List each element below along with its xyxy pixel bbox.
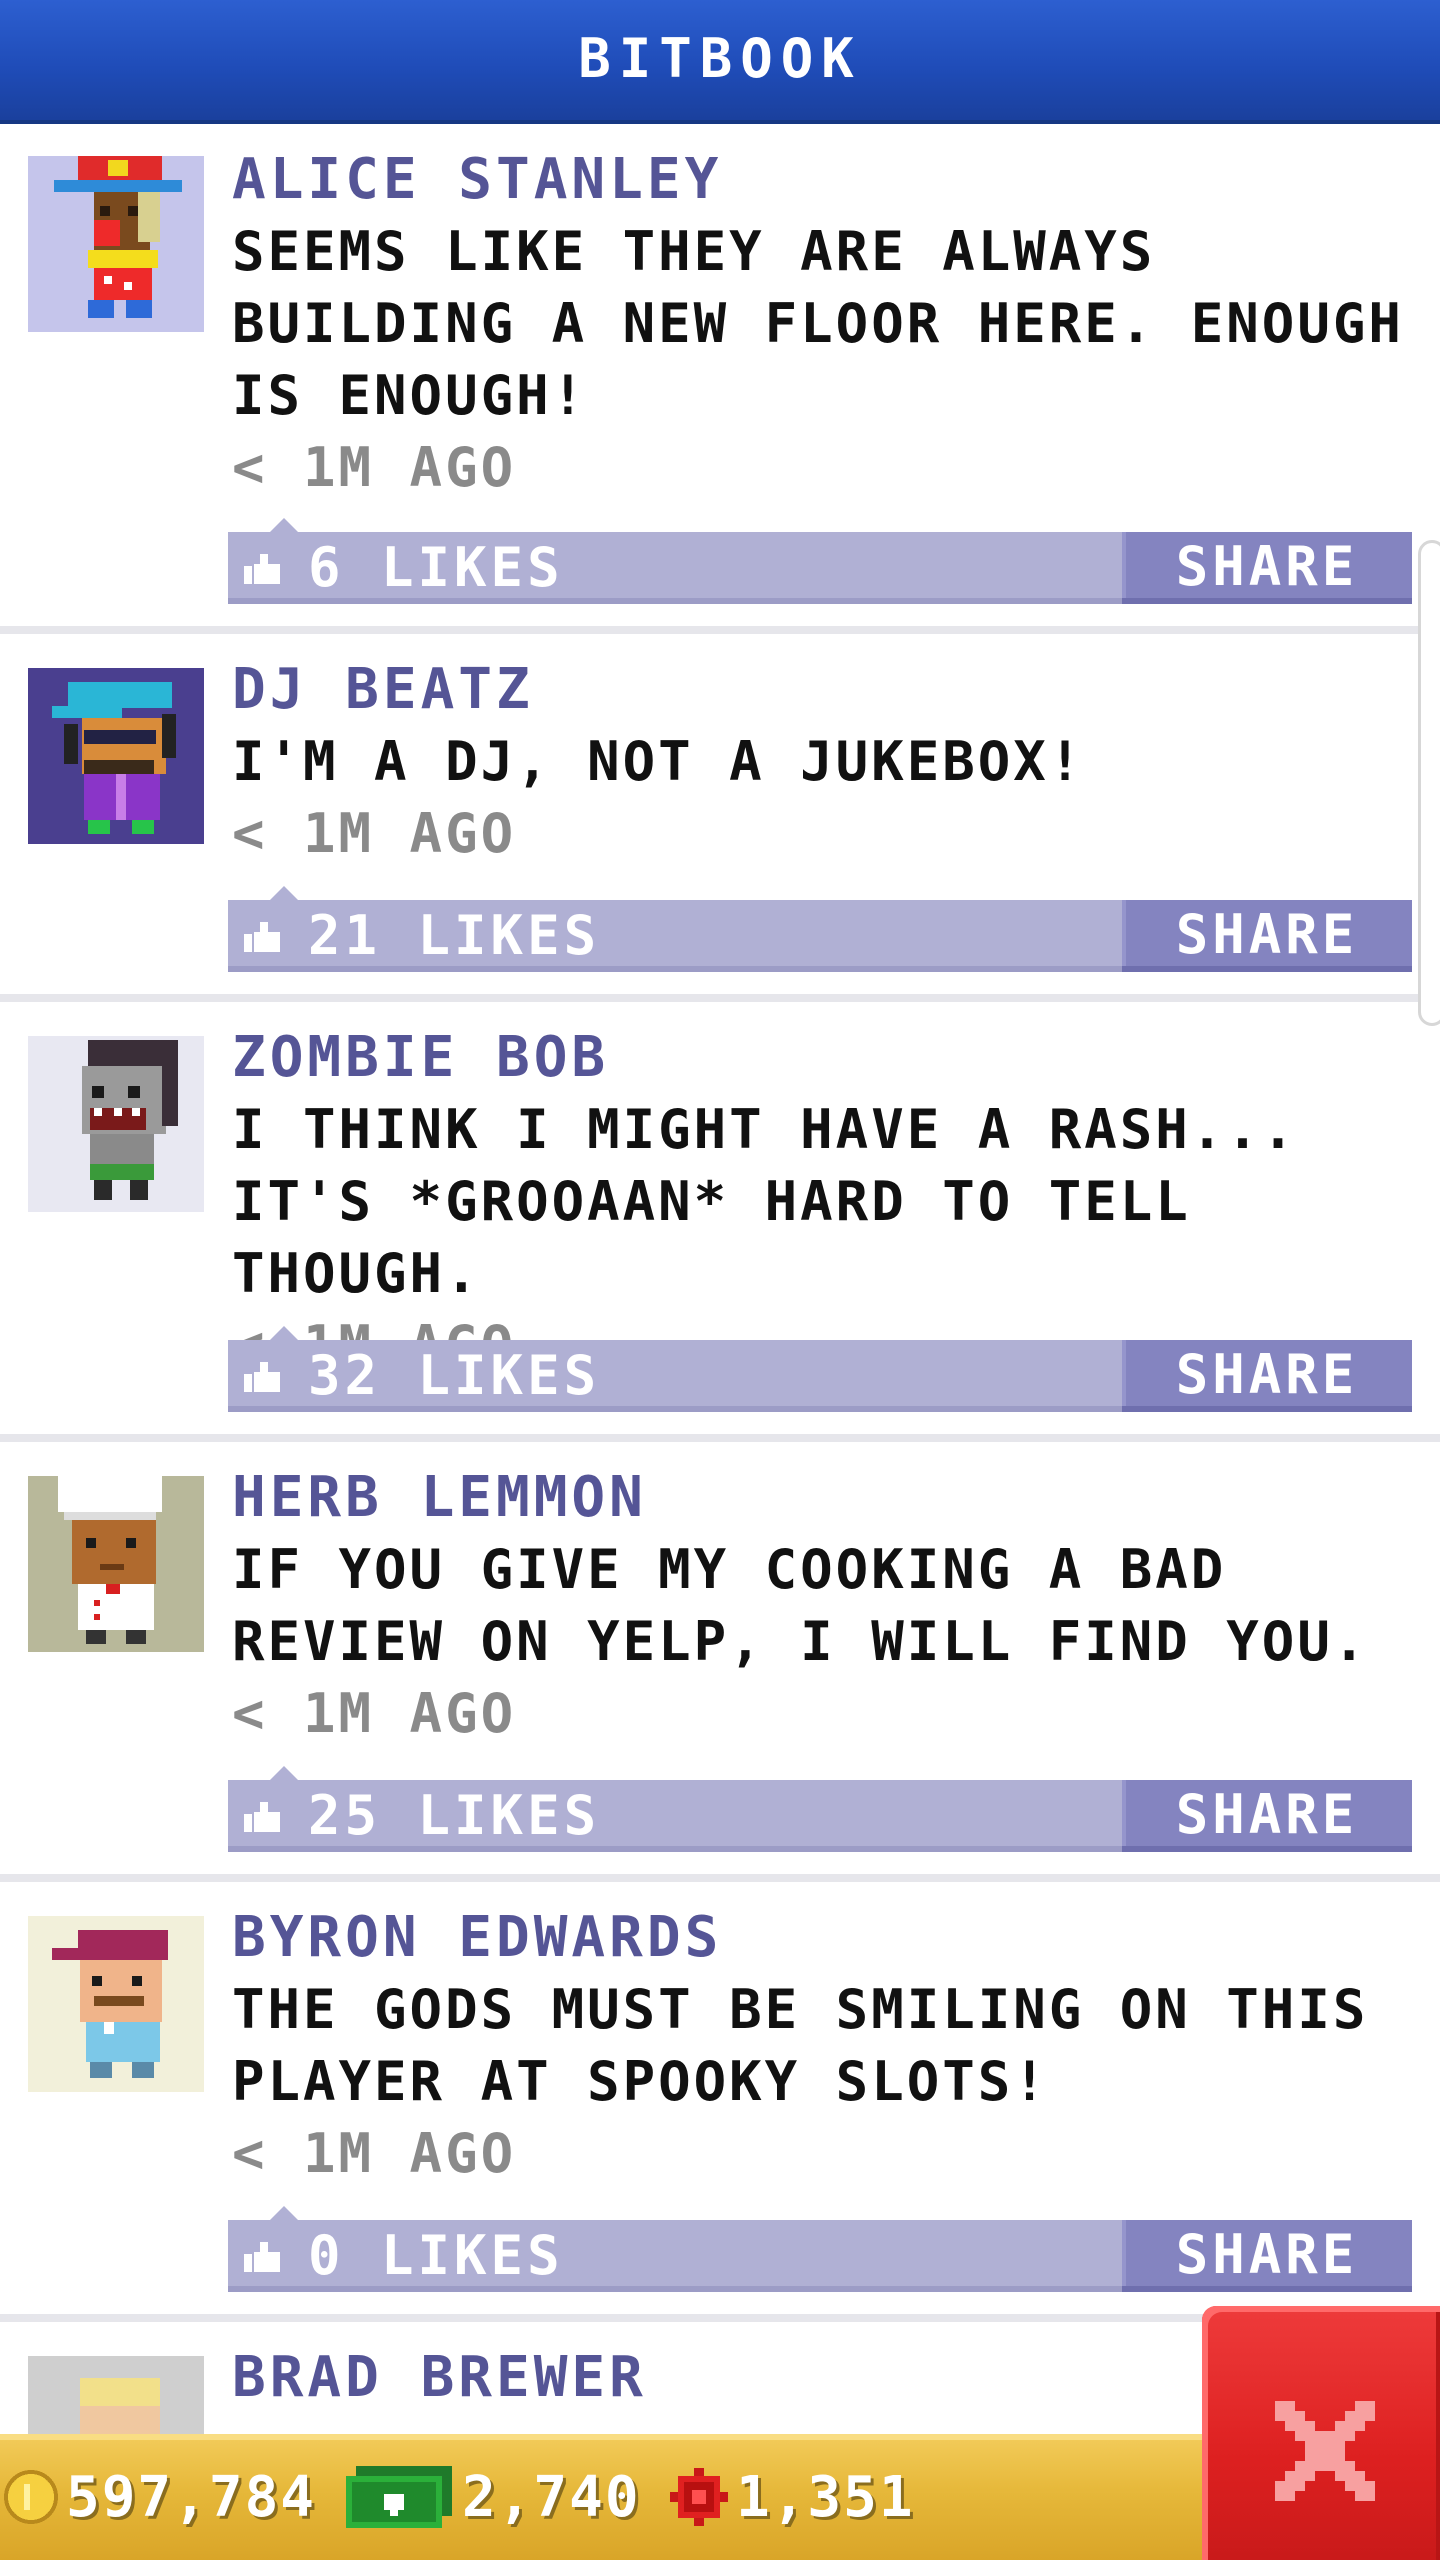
- tokens-value: 1,351: [736, 2464, 915, 2530]
- coin-icon: [4, 2470, 58, 2524]
- post-message: I'M A DJ, NOT A JUKEBOX!: [232, 730, 1085, 793]
- post-message: THE GODS MUST BE SMILING ON THIS PLAYER …: [232, 1978, 1369, 2113]
- coins-value: 597,784: [66, 2464, 317, 2530]
- post-message: SEEMS LIKE THEY ARE ALWAYS BUILDING A NE…: [232, 220, 1404, 427]
- like-count: 25 LIKES: [308, 1784, 601, 1847]
- avatar-alice-stanley: [28, 156, 204, 332]
- share-button[interactable]: SHARE: [1122, 2220, 1412, 2292]
- feed-post: BYRON EDWARDS THE GODS MUST BE SMILING O…: [0, 1882, 1440, 2322]
- feed-post: HERB LEMMON IF YOU GIVE MY COOKING A BAD…: [0, 1442, 1440, 1882]
- post-time: < 1M AGO: [232, 1682, 517, 1745]
- post-message: IF YOU GIVE MY COOKING A BAD REVIEW ON Y…: [232, 1538, 1369, 1673]
- bux-value: 2,740: [462, 2464, 641, 2530]
- share-button[interactable]: SHARE: [1122, 532, 1412, 604]
- thumbs-up-icon: [244, 554, 280, 584]
- bitbook-feed[interactable]: ALICE STANLEY SEEMS LIKE THEY ARE ALWAYS…: [0, 124, 1440, 2560]
- page-title: BITBOOK: [578, 26, 862, 90]
- coins-display: 597,784: [4, 2434, 316, 2560]
- feed-post: DJ BEATZ I'M A DJ, NOT A JUKEBOX! < 1M A…: [0, 634, 1440, 1002]
- post-author[interactable]: HERB LEMMON: [232, 1462, 1412, 1534]
- share-button[interactable]: SHARE: [1122, 1340, 1412, 1412]
- like-count: 32 LIKES: [308, 1344, 601, 1407]
- post-time: < 1M AGO: [232, 802, 517, 865]
- post-author[interactable]: ZOMBIE BOB: [232, 1022, 1412, 1094]
- bux-display: 2,740: [346, 2434, 641, 2560]
- avatar-herb-lemmon: [28, 1476, 204, 1652]
- avatar-zombie-bob: [28, 1036, 204, 1212]
- post-time: < 1M AGO: [232, 436, 517, 499]
- post-message: I THINK I MIGHT HAVE A RASH... IT'S *GRO…: [232, 1098, 1298, 1305]
- close-x-icon: [1275, 2401, 1375, 2501]
- feed-post: ALICE STANLEY SEEMS LIKE THEY ARE ALWAYS…: [0, 124, 1440, 634]
- avatar-byron-edwards: [28, 1916, 204, 2092]
- thumbs-up-icon: [244, 1802, 280, 1832]
- share-button[interactable]: SHARE: [1122, 1780, 1412, 1852]
- post-author[interactable]: BYRON EDWARDS: [232, 1902, 1412, 1974]
- like-bar[interactable]: 25 LIKES SHARE: [228, 1766, 1412, 1852]
- bux-cash-icon: [346, 2466, 452, 2528]
- token-gear-icon: [670, 2468, 728, 2526]
- post-time: < 1M AGO: [232, 2122, 517, 2185]
- feed-scrollbar[interactable]: [1418, 540, 1440, 1026]
- close-button[interactable]: [1202, 2306, 1440, 2560]
- like-count: 0 LIKES: [308, 2224, 564, 2287]
- like-bar[interactable]: 6 LIKES SHARE: [228, 518, 1412, 604]
- like-bar[interactable]: 21 LIKES SHARE: [228, 886, 1412, 972]
- like-bar[interactable]: 32 LIKES SHARE: [228, 1326, 1412, 1412]
- thumbs-up-icon: [244, 922, 280, 952]
- tokens-display: 1,351: [670, 2434, 915, 2560]
- like-bar[interactable]: 0 LIKES SHARE: [228, 2206, 1412, 2292]
- share-button[interactable]: SHARE: [1122, 900, 1412, 972]
- like-count: 6 LIKES: [308, 536, 564, 599]
- post-author[interactable]: DJ BEATZ: [232, 654, 1412, 726]
- avatar-dj-beatz: [28, 668, 204, 844]
- bitbook-header: BITBOOK: [0, 0, 1440, 124]
- feed-post: ZOMBIE BOB I THINK I MIGHT HAVE A RASH..…: [0, 1002, 1440, 1442]
- post-author[interactable]: ALICE STANLEY: [232, 144, 1412, 216]
- like-count: 21 LIKES: [308, 904, 601, 967]
- thumbs-up-icon: [244, 2242, 280, 2272]
- thumbs-up-icon: [244, 1362, 280, 1392]
